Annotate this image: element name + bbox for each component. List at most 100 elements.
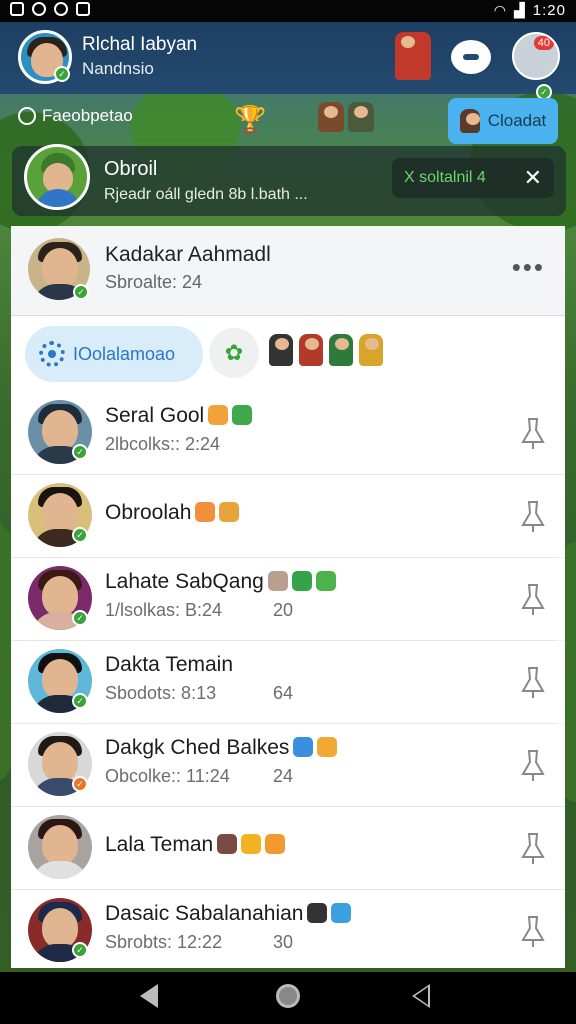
chat-button[interactable] <box>446 32 496 82</box>
featured-action-button[interactable]: X soltalnil 4 ✕ <box>392 158 554 198</box>
notification-icon <box>10 2 24 16</box>
pin-icon[interactable] <box>519 748 547 782</box>
emoji-sticker-icon <box>317 737 338 757</box>
emoji-sticker-icon <box>291 571 312 591</box>
signal-icon: ▟ <box>514 2 525 18</box>
contact-count: 30 <box>273 932 294 952</box>
contact-name: Obroolah <box>105 501 240 525</box>
avatar <box>28 815 92 879</box>
character-icon[interactable] <box>269 334 293 366</box>
status-ring-icon <box>18 107 36 125</box>
user-name: Rlchal Iabyan <box>82 34 198 55</box>
pin-icon[interactable] <box>519 914 547 948</box>
verified-badge-icon: ✓ <box>73 284 89 300</box>
record-icon <box>32 2 46 16</box>
status-icons-right: ◠ ▟ 1:20 <box>494 2 566 19</box>
character-icon <box>318 102 344 132</box>
online-badge-icon: ✓ <box>72 610 88 626</box>
contact-meta: Sbrobts: 12:22 <box>105 932 223 952</box>
character-icon <box>459 109 480 133</box>
online-badge-icon: ✓ <box>72 693 88 709</box>
filter-row: IOolalamoao ✿ <box>11 324 565 388</box>
contact-row[interactable]: Lala Teman <box>11 807 565 890</box>
contact-count: 64 <box>273 683 294 703</box>
character-icon[interactable] <box>329 334 353 366</box>
online-badge-icon: ✓ <box>72 776 88 792</box>
home-icon[interactable] <box>276 984 300 1008</box>
emoji-sticker-icon <box>195 502 216 522</box>
contacts-panel: ✓ Kadakar Aahmadl Sbroalte: 24 ••• IOola… <box>11 226 565 973</box>
pin-icon[interactable] <box>519 416 547 450</box>
contact-row[interactable]: ✓ Dakta Temain Sbodots: 8:13 64 <box>11 641 565 724</box>
status-bar: ◠ ▟ 1:20 <box>0 0 576 22</box>
tools-icon: ✕ <box>523 165 542 190</box>
wifi-icon: ◠ <box>493 2 507 18</box>
contact-count: 20 <box>273 600 294 620</box>
panel-header-name: Kadakar Aahmadl <box>105 243 271 266</box>
featured-title: Obroil <box>104 158 158 180</box>
emoji-sticker-icon <box>315 571 336 591</box>
contact-row[interactable]: ✓ Dasaic Sabalanahian Sbrobts: 12:22 30 <box>11 890 565 973</box>
featured-avatar <box>24 144 90 210</box>
back-icon[interactable] <box>140 984 158 1008</box>
status-icons-left <box>10 2 90 16</box>
profile-button[interactable]: 40 <box>512 32 560 80</box>
chat-bubble-icon <box>451 40 491 74</box>
sub-toolbar: Faeobpetao 🏆 Cloadat <box>0 96 576 146</box>
app-header: ✓ Rlchal Iabyan Nandnsio 40 ✓ <box>0 22 576 100</box>
online-badge-icon: ✓ <box>72 444 88 460</box>
game-icon <box>76 2 90 16</box>
contact-name: Dakta Temain <box>105 653 234 676</box>
contact-list: ✓ Seral Gool 2lbcolks:: 2:24 ✓ Obroolah ✓ Laha… <box>11 392 565 973</box>
status-label: Faeobpetao <box>42 106 133 125</box>
emoji-sticker-icon <box>217 834 238 854</box>
gear-icon <box>39 341 65 367</box>
leaf-filter-icon[interactable]: ✿ <box>209 328 259 378</box>
contact-name: Seral Gool <box>105 404 253 428</box>
recents-icon[interactable] <box>412 984 430 1008</box>
filter-pill[interactable]: IOolalamoao <box>25 326 203 382</box>
trophy-icon[interactable]: 🏆 <box>234 104 266 135</box>
character-icon[interactable] <box>359 334 383 366</box>
character-icon[interactable] <box>388 32 438 82</box>
contact-row[interactable]: ✓ Seral Gool2lbcolks:: 2:24 <box>11 392 565 475</box>
filter-pill-label: IOolalamoao <box>73 343 176 364</box>
contact-name: Dasaic Sabalanahian <box>105 902 352 926</box>
compass-icon <box>54 2 68 16</box>
panel-header-meta: Sbroalte: 24 <box>105 272 203 292</box>
featured-subtitle: Rjeadr oáll gledn 8b l.bath ... <box>104 186 308 203</box>
emoji-sticker-icon <box>219 502 240 522</box>
featured-action-label: X soltalnil 4 <box>404 169 486 186</box>
online-badge-icon: ✓ <box>72 942 88 958</box>
emoji-sticker-icon <box>241 834 262 854</box>
scrollbar[interactable] <box>557 556 565 766</box>
status-filter[interactable]: Faeobpetao <box>18 106 133 126</box>
emoji-sticker-icon <box>232 405 253 425</box>
contact-row[interactable]: ✓ Lahate SabQang 1/lsolkas: B:24 20 <box>11 558 565 641</box>
emoji-sticker-icon <box>331 903 352 923</box>
featured-banner[interactable]: Obroil Rjeadr oáll gledn 8b l.bath ... X… <box>12 144 566 216</box>
character-icon <box>348 102 374 132</box>
contact-row[interactable]: ✓ Dakgk Ched Balkes Obcolke:: 11:24 24 <box>11 724 565 807</box>
contact-row[interactable]: ✓ Obroolah <box>11 475 565 558</box>
pin-icon[interactable] <box>519 831 547 865</box>
more-options-icon[interactable]: ••• <box>512 252 545 283</box>
character-icon[interactable] <box>299 334 323 366</box>
pin-icon[interactable] <box>519 499 547 533</box>
contact-meta: 2lbcolks:: 2:24 <box>105 434 221 454</box>
emoji-sticker-icon <box>307 903 328 923</box>
character-group <box>318 102 374 132</box>
character-filters <box>269 334 383 366</box>
contact-meta: Obcolke:: 11:24 <box>105 766 230 786</box>
notification-badge: 40 <box>533 36 554 50</box>
header-action-button[interactable]: Cloadat <box>448 98 558 144</box>
panel-header[interactable]: ✓ Kadakar Aahmadl Sbroalte: 24 ••• <box>11 226 565 316</box>
contact-name: Lala Teman <box>105 833 286 857</box>
emoji-sticker-icon <box>267 571 288 591</box>
contact-meta: Sbodots: 8:13 <box>105 683 217 703</box>
pin-icon[interactable] <box>519 665 547 699</box>
pin-icon[interactable] <box>519 582 547 616</box>
contact-name: Dakgk Ched Balkes <box>105 736 338 760</box>
clock: 1:20 <box>532 2 566 19</box>
action-label: Cloadat <box>487 111 547 130</box>
